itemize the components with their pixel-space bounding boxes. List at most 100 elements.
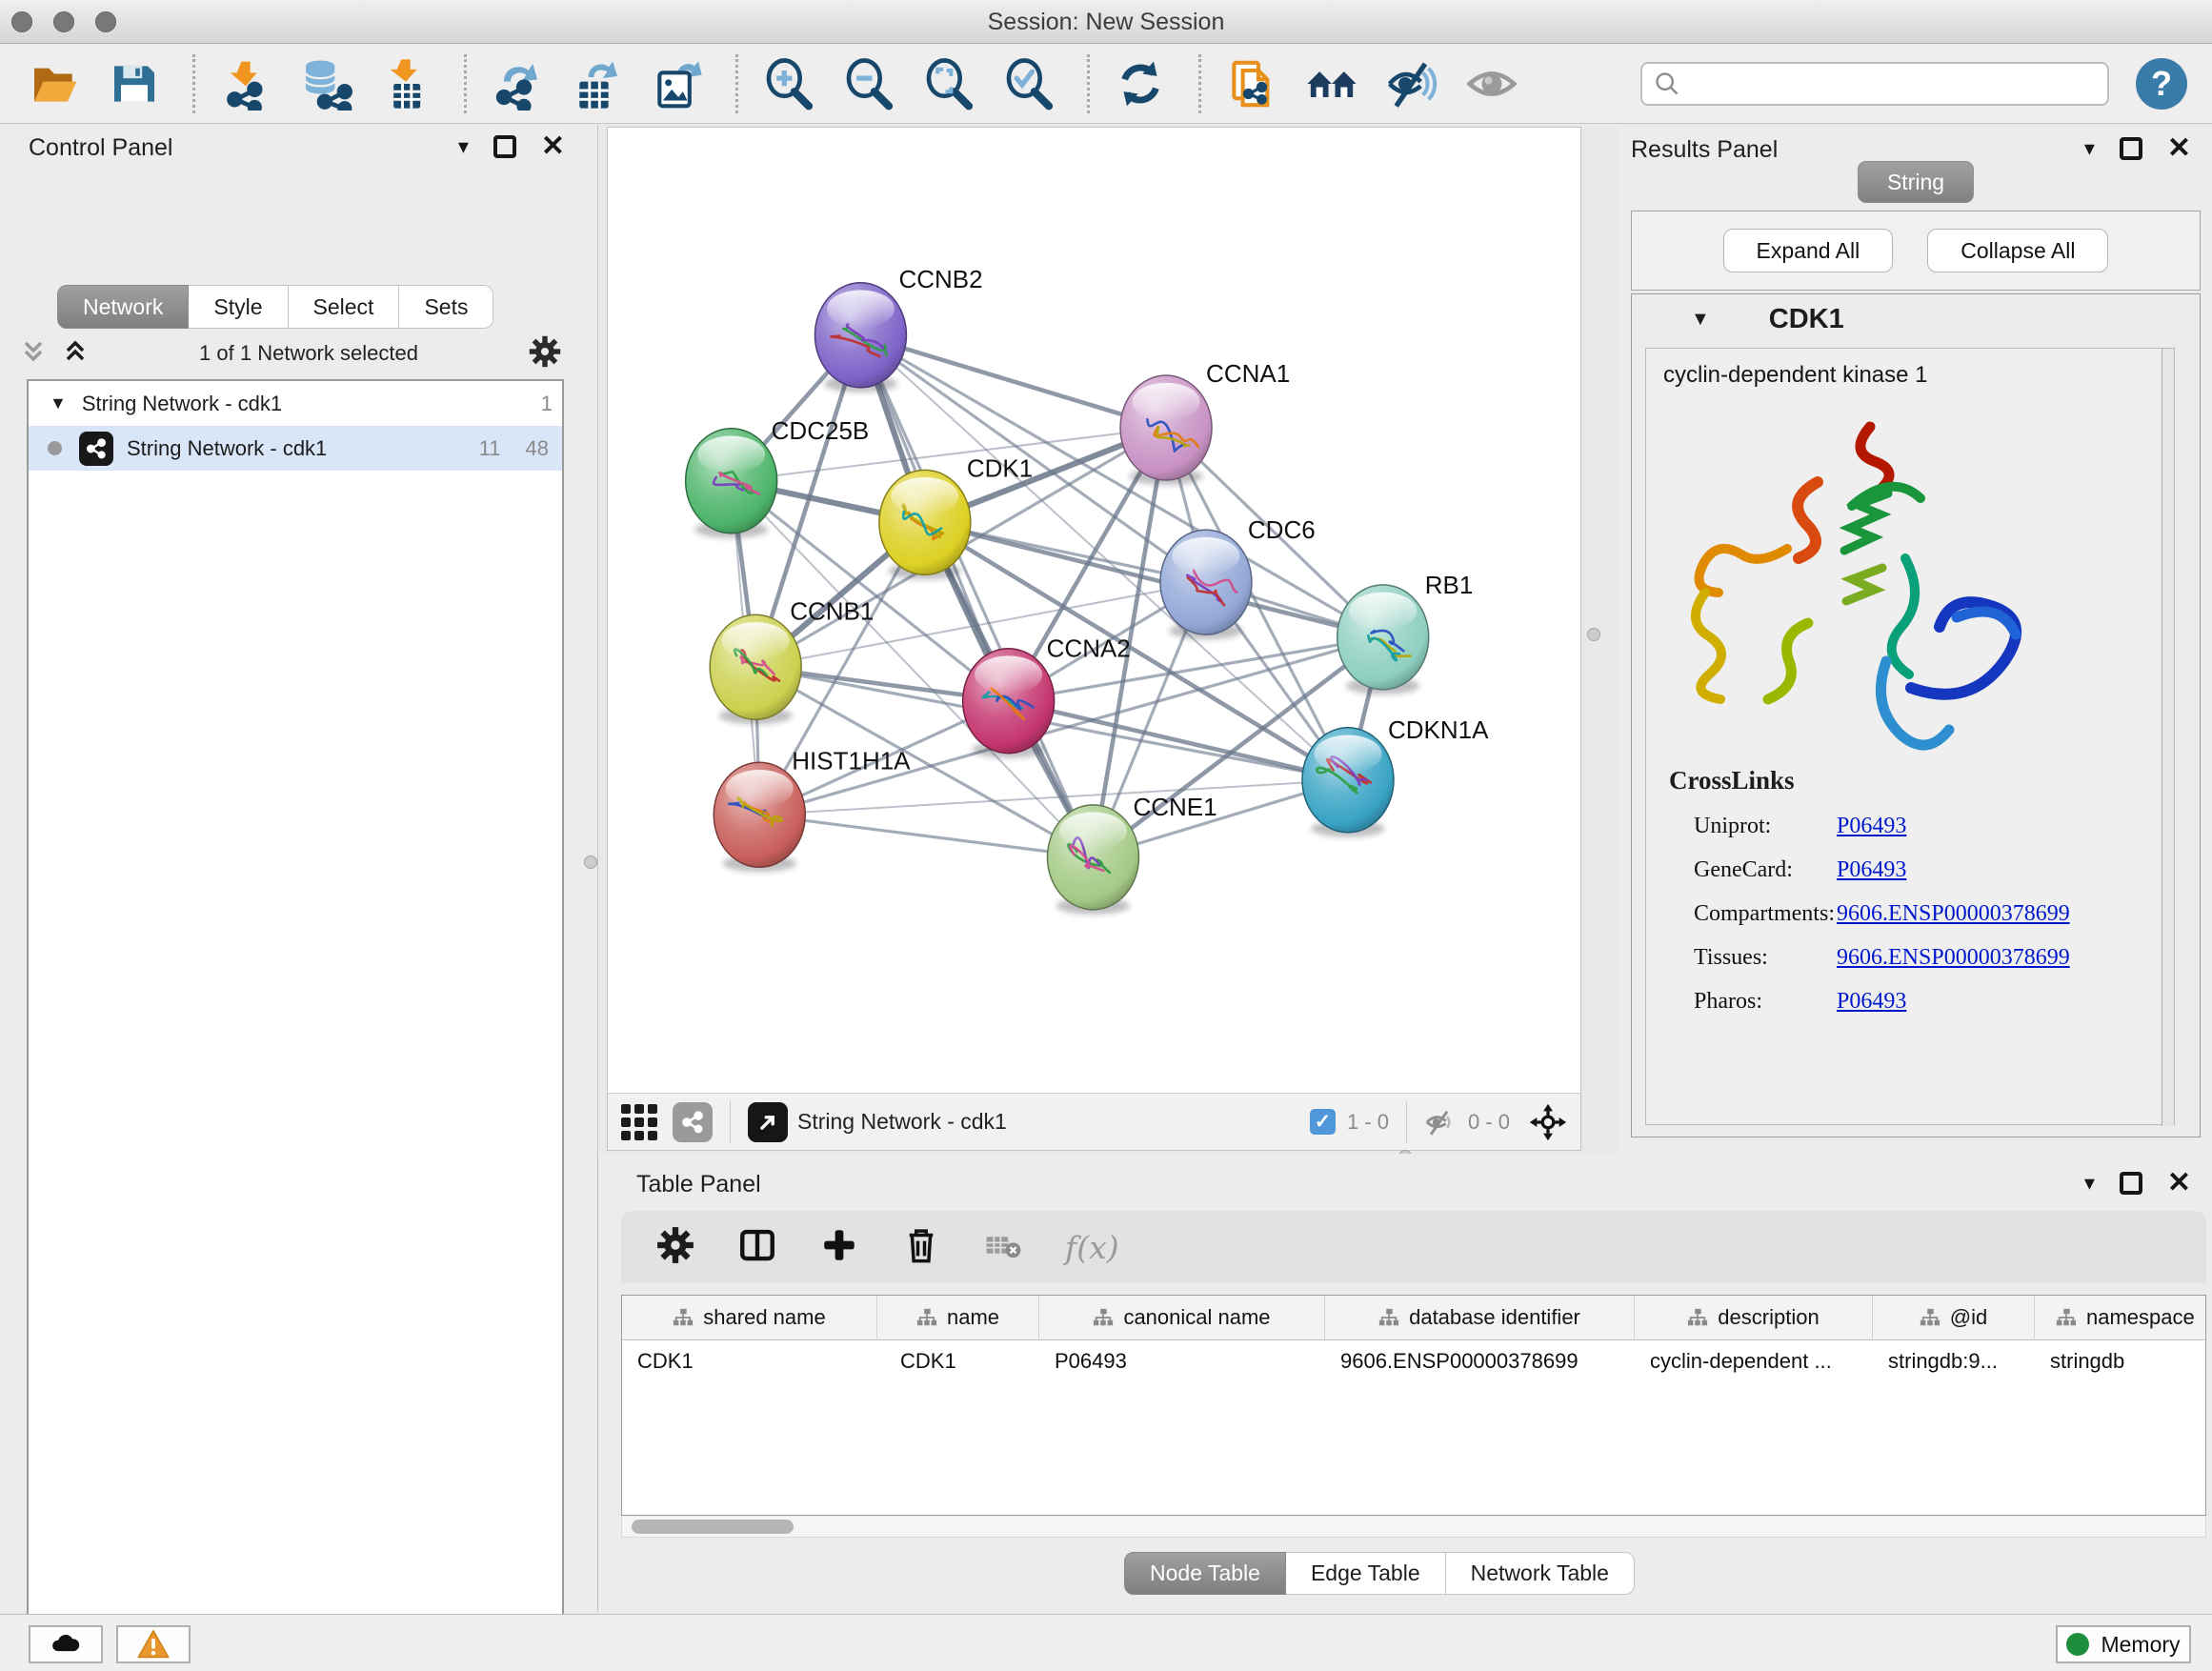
delete-table-icon[interactable] bbox=[983, 1225, 1023, 1270]
network-edge-count: 48 bbox=[526, 436, 562, 461]
tab-node-table[interactable]: Node Table bbox=[1124, 1552, 1286, 1595]
scrollbar-thumb[interactable] bbox=[632, 1520, 794, 1534]
function-builder-icon[interactable]: f(x) bbox=[1065, 1229, 1119, 1266]
left-splitter-handle[interactable] bbox=[584, 856, 597, 869]
zoom-in-button[interactable] bbox=[759, 54, 818, 113]
import-network-icon bbox=[219, 57, 272, 111]
hide-selected-button[interactable] bbox=[1382, 54, 1441, 113]
import-network-database-button[interactable] bbox=[296, 54, 355, 113]
main-toolbar: ? bbox=[0, 45, 2212, 124]
network-row[interactable]: String Network - cdk1 11 48 bbox=[29, 426, 562, 471]
node-label: CDC6 bbox=[1248, 515, 1316, 544]
warning-button[interactable] bbox=[116, 1625, 191, 1663]
memory-button[interactable]: Memory bbox=[2056, 1625, 2191, 1663]
expand-all-networks-icon[interactable] bbox=[19, 337, 48, 371]
refresh-button[interactable] bbox=[1111, 54, 1170, 113]
zoom-out-button[interactable] bbox=[839, 54, 898, 113]
results-panel-close-icon[interactable]: ✕ bbox=[2167, 137, 2191, 160]
cloud-button[interactable] bbox=[29, 1625, 103, 1663]
export-table-button[interactable] bbox=[568, 54, 627, 113]
string-network-icon[interactable] bbox=[673, 1102, 713, 1142]
zoom-fit-button[interactable] bbox=[919, 54, 978, 113]
control-panel-menu-icon[interactable]: ▾ bbox=[458, 134, 469, 159]
table-horizontal-scrollbar[interactable] bbox=[621, 1517, 2206, 1538]
network-collection-row[interactable]: ▼ String Network - cdk1 1 bbox=[29, 381, 562, 426]
tab-select[interactable]: Select bbox=[289, 285, 400, 329]
crosslinks-heading: CrossLinks bbox=[1646, 766, 2174, 795]
clone-network-button[interactable] bbox=[1222, 54, 1281, 113]
right-splitter-handle[interactable] bbox=[1587, 628, 1600, 641]
column-header[interactable]: name bbox=[877, 1296, 1039, 1339]
column-header[interactable]: namespace bbox=[2035, 1296, 2206, 1339]
column-header[interactable]: database identifier bbox=[1325, 1296, 1635, 1339]
network-node-ccne1: CCNE1 bbox=[1047, 793, 1217, 915]
grid-view-icon[interactable] bbox=[621, 1104, 657, 1140]
search-input[interactable] bbox=[1640, 62, 2109, 106]
table-panel-close-icon[interactable]: ✕ bbox=[2167, 1172, 2191, 1195]
table-options-gear-icon[interactable] bbox=[655, 1225, 695, 1270]
tab-edge-table[interactable]: Edge Table bbox=[1286, 1552, 1446, 1595]
expand-all-button[interactable]: Expand All bbox=[1723, 229, 1894, 272]
collapse-all-button[interactable]: Collapse All bbox=[1927, 229, 2108, 272]
open-in-window-icon[interactable] bbox=[748, 1102, 788, 1142]
node-label: CCNB2 bbox=[898, 265, 982, 293]
crosslink-label: Pharos: bbox=[1646, 989, 1837, 1015]
table-panel-menu-icon[interactable]: ▾ bbox=[2084, 1171, 2095, 1196]
network-options-gear-icon[interactable] bbox=[528, 334, 562, 373]
control-panel-close-icon[interactable]: ✕ bbox=[541, 135, 565, 158]
export-image-button[interactable] bbox=[648, 54, 707, 113]
network-node-ccnb1: CCNB1 bbox=[710, 596, 874, 724]
import-table-file-button[interactable] bbox=[376, 54, 435, 113]
selected-checkbox-icon[interactable]: ✓ bbox=[1310, 1109, 1336, 1135]
export-image-icon bbox=[651, 57, 704, 111]
column-header[interactable]: shared name bbox=[622, 1296, 877, 1339]
help-button[interactable]: ? bbox=[2136, 58, 2187, 110]
table-toolbar: f(x) bbox=[621, 1211, 2206, 1283]
crosslink-compartments-link[interactable]: 9606.ENSP00000378699 bbox=[1837, 901, 2070, 927]
import-network-file-button[interactable] bbox=[216, 54, 275, 113]
tab-style[interactable]: Style bbox=[189, 285, 288, 329]
tab-network[interactable]: Network bbox=[57, 285, 189, 329]
table-row[interactable]: CDK1 CDK1 P06493 9606.ENSP00000378699 cy… bbox=[622, 1340, 2206, 1384]
crosslink-tissues-link[interactable]: 9606.ENSP00000378699 bbox=[1837, 945, 2070, 971]
collapse-all-networks-icon[interactable] bbox=[61, 337, 90, 371]
birds-eye-view-icon[interactable] bbox=[1529, 1103, 1567, 1141]
save-session-button[interactable] bbox=[105, 54, 164, 113]
tab-string[interactable]: String bbox=[1858, 161, 1974, 203]
network-edge bbox=[759, 815, 1093, 857]
network-graph[interactable]: CCNB2 CCNA1 CDC25B CDK1 CDC6 RB1 CCNB1 C… bbox=[608, 128, 1580, 1097]
column-header[interactable]: @id bbox=[1873, 1296, 2035, 1339]
zoom-selected-button[interactable] bbox=[999, 54, 1058, 113]
crosslink-uniprot-link[interactable]: P06493 bbox=[1837, 814, 1906, 839]
delete-column-icon[interactable] bbox=[901, 1225, 941, 1270]
collection-expand-icon[interactable]: ▼ bbox=[50, 393, 67, 413]
node-label: HIST1H1A bbox=[792, 746, 911, 775]
node-label: CDC25B bbox=[772, 416, 870, 445]
results-scrollbar[interactable] bbox=[2162, 349, 2174, 1126]
open-session-button[interactable] bbox=[25, 54, 84, 113]
network-view[interactable]: CCNB2 CCNA1 CDC25B CDK1 CDC6 RB1 CCNB1 C… bbox=[607, 127, 1581, 1151]
toolbar-separator bbox=[192, 54, 195, 113]
search-icon bbox=[1654, 70, 1680, 97]
crosslink-label: Compartments: bbox=[1646, 901, 1837, 927]
show-columns-icon[interactable] bbox=[737, 1225, 777, 1270]
results-panel-menu-icon[interactable]: ▾ bbox=[2084, 136, 2095, 161]
column-header[interactable]: description bbox=[1635, 1296, 1873, 1339]
show-all-button[interactable] bbox=[1462, 54, 1521, 113]
add-column-icon[interactable] bbox=[819, 1225, 859, 1270]
tab-sets[interactable]: Sets bbox=[399, 285, 493, 329]
homes-button[interactable] bbox=[1302, 54, 1361, 113]
network-selection-status: 1 of 1 Network selected bbox=[90, 341, 528, 366]
tab-network-table[interactable]: Network Table bbox=[1446, 1552, 1635, 1595]
crosslink-pharos-link[interactable]: P06493 bbox=[1837, 989, 1906, 1015]
column-header[interactable]: canonical name bbox=[1039, 1296, 1325, 1339]
gene-collapse-icon[interactable]: ▼ bbox=[1691, 309, 1710, 331]
current-network-name: String Network - cdk1 bbox=[797, 1109, 1007, 1135]
hidden-eye-slash-icon bbox=[1424, 1106, 1457, 1138]
results-panel-float-icon[interactable] bbox=[2120, 137, 2142, 160]
export-network-button[interactable] bbox=[488, 54, 547, 113]
crosslink-genecard-link[interactable]: P06493 bbox=[1837, 857, 1906, 883]
table-panel-float-icon[interactable] bbox=[2120, 1172, 2142, 1195]
homes-icon bbox=[1305, 57, 1358, 111]
control-panel-float-icon[interactable] bbox=[493, 135, 516, 158]
